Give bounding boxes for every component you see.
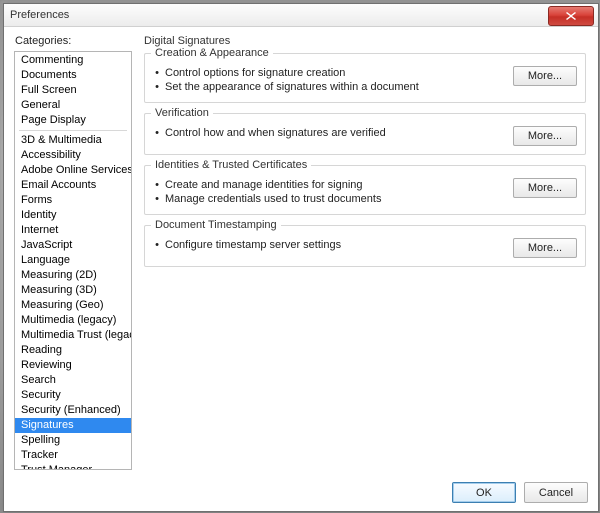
bullet-text: Configure timestamp server settings	[165, 238, 341, 252]
group-inner: • Create and manage identities for signin…	[153, 178, 577, 206]
more-button[interactable]: More...	[513, 66, 577, 86]
category-item[interactable]: Reading	[15, 343, 131, 358]
bullet-row: • Control options for signature creation	[153, 66, 419, 80]
group-legend: Creation & Appearance	[151, 47, 273, 59]
group-legend: Identities & Trusted Certificates	[151, 159, 311, 171]
bullet-icon: •	[153, 126, 161, 140]
category-item[interactable]: Measuring (2D)	[15, 268, 131, 283]
bullet-text: Control how and when signatures are veri…	[165, 126, 386, 140]
category-item[interactable]: Spelling	[15, 433, 131, 448]
category-item[interactable]: Security (Enhanced)	[15, 403, 131, 418]
group-legend: Document Timestamping	[151, 219, 281, 231]
bullet-icon: •	[153, 178, 161, 192]
titlebar: Preferences	[4, 4, 598, 27]
more-button[interactable]: More...	[513, 238, 577, 258]
category-item[interactable]: Page Display	[15, 113, 131, 128]
group-legend: Verification	[151, 107, 213, 119]
settings-group: Creation & Appearance•Control options fo…	[144, 53, 586, 103]
cancel-button[interactable]: Cancel	[524, 482, 588, 503]
more-button[interactable]: More...	[513, 126, 577, 146]
categories-list[interactable]: CommentingDocumentsFull ScreenGeneralPag…	[14, 51, 132, 470]
bullet-text: Control options for signature creation	[165, 66, 345, 80]
bullet-row: • Manage credentials used to trust docume…	[153, 192, 381, 206]
group-bullets: • Configure timestamp server settings	[153, 238, 341, 252]
category-item[interactable]: Search	[15, 373, 131, 388]
bullet-row: • Create and manage identities for signin…	[153, 178, 381, 192]
ok-button[interactable]: OK	[452, 482, 516, 503]
more-button[interactable]: More...	[513, 178, 577, 198]
bullet-row: • Set the appearance of signatures within…	[153, 80, 419, 94]
group-bullets: •Control options for signature creation•…	[153, 66, 419, 94]
close-icon	[566, 12, 576, 20]
bullet-text: Create and manage identities for signing	[165, 178, 363, 192]
category-item[interactable]: Signatures	[15, 418, 131, 433]
category-item[interactable]: General	[15, 98, 131, 113]
category-item[interactable]: Identity	[15, 208, 131, 223]
bullet-icon: •	[153, 80, 161, 94]
category-item[interactable]: Accessibility	[15, 148, 131, 163]
bullet-text: Manage credentials used to trust documen…	[165, 192, 381, 206]
category-item[interactable]: Multimedia (legacy)	[15, 313, 131, 328]
settings-group: Identities & Trusted Certificates•Create…	[144, 165, 586, 215]
close-button[interactable]	[548, 6, 594, 26]
preferences-window: Preferences Categories: CommentingDocume…	[3, 3, 599, 512]
bullet-icon: •	[153, 66, 161, 80]
bullet-row: • Configure timestamp server settings	[153, 238, 341, 252]
window-title: Preferences	[10, 9, 69, 21]
settings-group: Document Timestamping•Configure timestam…	[144, 225, 586, 267]
category-item[interactable]: Multimedia Trust (legacy)	[15, 328, 131, 343]
category-item[interactable]: 3D & Multimedia	[15, 133, 131, 148]
categories-pane: Categories: CommentingDocumentsFull Scre…	[14, 35, 132, 470]
settings-pane: Digital Signatures Creation & Appearance…	[142, 35, 588, 470]
category-item[interactable]: Tracker	[15, 448, 131, 463]
group-inner: • Configure timestamp server settings More…	[153, 238, 577, 258]
bullet-icon: •	[153, 192, 161, 206]
category-item[interactable]: Commenting	[15, 53, 131, 68]
group-inner: • Control how and when signatures are ver…	[153, 126, 577, 146]
category-item[interactable]: Internet	[15, 223, 131, 238]
settings-groups: Creation & Appearance•Control options fo…	[142, 53, 588, 277]
category-item[interactable]: Language	[15, 253, 131, 268]
category-item[interactable]: Measuring (3D)	[15, 283, 131, 298]
category-item[interactable]: Reviewing	[15, 358, 131, 373]
bullet-row: • Control how and when signatures are ver…	[153, 126, 386, 140]
dialog-body: Categories: CommentingDocumentsFull Scre…	[4, 27, 598, 476]
category-item[interactable]: Email Accounts	[15, 178, 131, 193]
category-item[interactable]: Adobe Online Services	[15, 163, 131, 178]
category-item[interactable]: JavaScript	[15, 238, 131, 253]
categories-label: Categories:	[15, 35, 132, 47]
category-item[interactable]: Measuring (Geo)	[15, 298, 131, 313]
category-item[interactable]: Documents	[15, 68, 131, 83]
group-inner: •Control options for signature creation•…	[153, 66, 577, 94]
category-separator	[19, 130, 127, 131]
category-item[interactable]: Trust Manager	[15, 463, 131, 470]
bullet-text: Set the appearance of signatures within …	[165, 80, 419, 94]
group-bullets: • Control how and when signatures are ver…	[153, 126, 386, 140]
category-item[interactable]: Security	[15, 388, 131, 403]
bullet-icon: •	[153, 238, 161, 252]
panel-title: Digital Signatures	[144, 35, 588, 47]
category-item[interactable]: Full Screen	[15, 83, 131, 98]
dialog-footer: OK Cancel	[4, 476, 598, 511]
settings-group: Verification•Control how and when signat…	[144, 113, 586, 155]
group-bullets: • Create and manage identities for signin…	[153, 178, 381, 206]
category-item[interactable]: Forms	[15, 193, 131, 208]
